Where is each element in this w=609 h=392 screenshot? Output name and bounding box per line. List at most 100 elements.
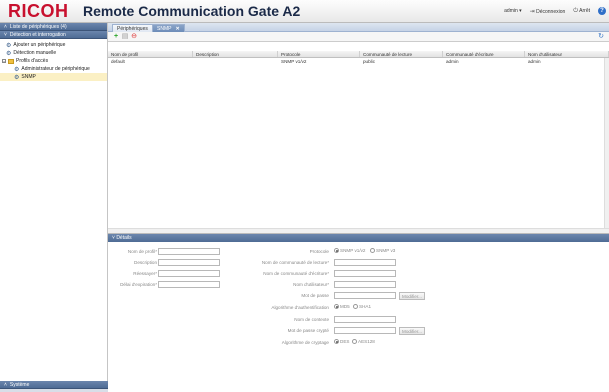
logout-icon: ⇥ <box>529 8 535 15</box>
table-cell: admin <box>528 59 541 64</box>
column-header[interactable]: Description <box>193 51 278 57</box>
auth-algorithm-label: Algorithme d'authentification <box>271 305 329 310</box>
add-icon[interactable]: + <box>112 33 120 41</box>
discovery-tree: ⚙ Ajouter un périphérique ⚙ Détection manu… <box>0 39 107 83</box>
refresh-icon[interactable]: ↻ <box>597 33 605 41</box>
tab-snmp[interactable]: SNMP ✕ <box>152 24 185 32</box>
sidebar-item-access-profiles[interactable]: − Profils d'accès <box>0 57 107 65</box>
user-name: admin <box>504 8 518 14</box>
toolbar: + ▤ ⊖ ↻ <box>108 32 609 42</box>
timeout-field[interactable] <box>158 281 220 288</box>
folder-icon <box>8 58 14 64</box>
radio-label: DES <box>340 339 350 344</box>
description-label: Description <box>134 260 157 265</box>
system-accordion: ˄ Système <box>0 381 108 392</box>
encrypted-password-field[interactable] <box>334 327 396 334</box>
discovery-accordion-label: Détection et interrogation <box>9 32 66 38</box>
radio-selected-icon <box>334 304 339 309</box>
power-icon: ⏻ <box>573 7 579 14</box>
sidebar-item-label: Profils d'accès <box>16 58 49 64</box>
devices-accordion-header[interactable]: ˄ Liste de périphériques (4) <box>0 23 107 31</box>
sidebar-item-label: Administrateur de périphérique <box>21 66 90 72</box>
sidebar-item-label: SNMP <box>21 74 36 80</box>
password-label: Mot de passe <box>301 293 329 298</box>
sidebar-item-label: Ajouter un périphérique <box>13 42 66 48</box>
tab-devices[interactable]: Périphériques <box>112 24 153 32</box>
chevron-down-icon: ▾ <box>519 8 522 14</box>
table-cell: SNMP v1/v2 <box>281 59 307 64</box>
radio-icon <box>370 248 375 253</box>
delete-icon[interactable]: ⊖ <box>130 33 138 41</box>
logout-label: Déconnexion <box>536 8 566 15</box>
auth-sha1-radio[interactable]: SHA1 <box>353 304 371 309</box>
sidebar-item-snmp[interactable]: ⚙ SNMP <box>0 73 107 81</box>
gear-icon: ⚙ <box>6 50 12 57</box>
retries-label: Réessayer* <box>133 271 157 276</box>
sidebar-item-device-admin[interactable]: ⚙ Administrateur de périphérique <box>0 65 107 73</box>
context-name-field[interactable] <box>334 316 396 323</box>
profile-name-label: Nom de profil* <box>127 249 157 254</box>
column-header[interactable]: Communauté d'écriture <box>443 51 525 57</box>
gear-icon: ⚙ <box>6 42 12 49</box>
encryption-aes128-radio[interactable]: AES128 <box>352 339 375 344</box>
table-cell: public <box>363 59 376 64</box>
encryption-des-radio[interactable]: DES <box>334 339 349 344</box>
details-form: Nom de profil* Description Réessayer* Dé… <box>108 242 609 392</box>
radio-label: SNMP v3 <box>376 248 396 253</box>
chevron-down-icon: ˅ <box>4 32 7 38</box>
shutdown-button[interactable]: ⏻ Arrêt <box>573 8 590 15</box>
discovery-accordion-header[interactable]: ˅ Détection et interrogation <box>0 31 107 39</box>
column-header[interactable]: Nom de profil <box>108 51 193 57</box>
column-header[interactable]: Communauté de lecture <box>360 51 443 57</box>
table-row[interactable]: default SNMP v1/v2 public admin admin <box>108 58 609 65</box>
column-header[interactable]: Nom d'utilisateur <box>525 51 609 57</box>
radio-selected-icon <box>334 248 339 253</box>
username-field[interactable] <box>334 281 396 288</box>
main-panel: Périphériques SNMP ✕ + ▤ ⊖ ↻ Nom de profi… <box>108 23 609 392</box>
chevron-up-icon: ˄ <box>4 382 7 388</box>
protocol-label: Protocole <box>309 249 329 254</box>
password-field[interactable] <box>334 292 396 299</box>
write-community-label: Nom de communauté d'écriture* <box>263 271 329 276</box>
radio-label: SNMP v1/v2 <box>340 248 366 253</box>
retries-field[interactable] <box>158 270 220 277</box>
write-community-field[interactable] <box>334 270 396 277</box>
read-community-field[interactable] <box>334 259 396 266</box>
table-header: Nom de profil Description Protocole Comm… <box>108 51 609 58</box>
chevron-up-icon: ˄ <box>4 24 7 30</box>
collapse-icon[interactable]: − <box>2 59 6 64</box>
system-accordion-label: Système <box>9 382 30 388</box>
edit-icon[interactable]: ▤ <box>121 33 129 41</box>
radio-label: MD5 <box>340 304 350 309</box>
help-icon[interactable]: ? <box>598 7 606 15</box>
logout-button[interactable]: ⇥ Déconnexion <box>530 8 566 15</box>
sidebar-item-add-device[interactable]: ⚙ Ajouter un périphérique <box>0 41 107 49</box>
radio-selected-icon <box>334 339 339 344</box>
description-field[interactable] <box>158 259 220 266</box>
protocol-v3-radio[interactable]: SNMP v3 <box>370 248 395 253</box>
modify-password-button[interactable]: Modifier... <box>399 292 425 300</box>
horizontal-scrollbar[interactable] <box>108 228 609 233</box>
timeout-label: Délai d'expiration* <box>120 282 157 287</box>
table-cell <box>193 58 278 65</box>
table-cell: default <box>111 59 125 64</box>
sidebar-item-manual-discovery[interactable]: ⚙ Détection manuelle <box>0 49 107 57</box>
profile-name-field[interactable] <box>158 248 220 255</box>
gear-icon: ⚙ <box>14 66 20 73</box>
user-menu[interactable]: admin ▾ <box>504 8 522 14</box>
column-header[interactable]: Protocole <box>278 51 360 57</box>
details-header[interactable]: ˅ Détails <box>108 234 609 242</box>
username-label: Nom d'utilisateur* <box>293 282 329 287</box>
app-header: RICOH Remote Communication Gate A2 admin… <box>0 0 609 23</box>
auth-md5-radio[interactable]: MD5 <box>334 304 350 309</box>
protocol-v1v2-radio[interactable]: SNMP v1/v2 <box>334 248 365 253</box>
context-name-label: Nom de contexte <box>294 317 329 322</box>
header-actions: admin ▾ ⇥ Déconnexion ⏻ Arrêt ? <box>504 7 606 15</box>
ricoh-logo: RICOH <box>8 1 69 21</box>
radio-icon <box>353 304 358 309</box>
table-cell: admin <box>446 59 459 64</box>
profiles-table: Nom de profil Description Protocole Comm… <box>108 51 609 234</box>
vertical-scrollbar[interactable] <box>604 58 609 228</box>
modify-encrypted-password-button[interactable]: Modifier... <box>399 327 425 335</box>
system-accordion-header[interactable]: ˄ Système <box>0 381 108 389</box>
